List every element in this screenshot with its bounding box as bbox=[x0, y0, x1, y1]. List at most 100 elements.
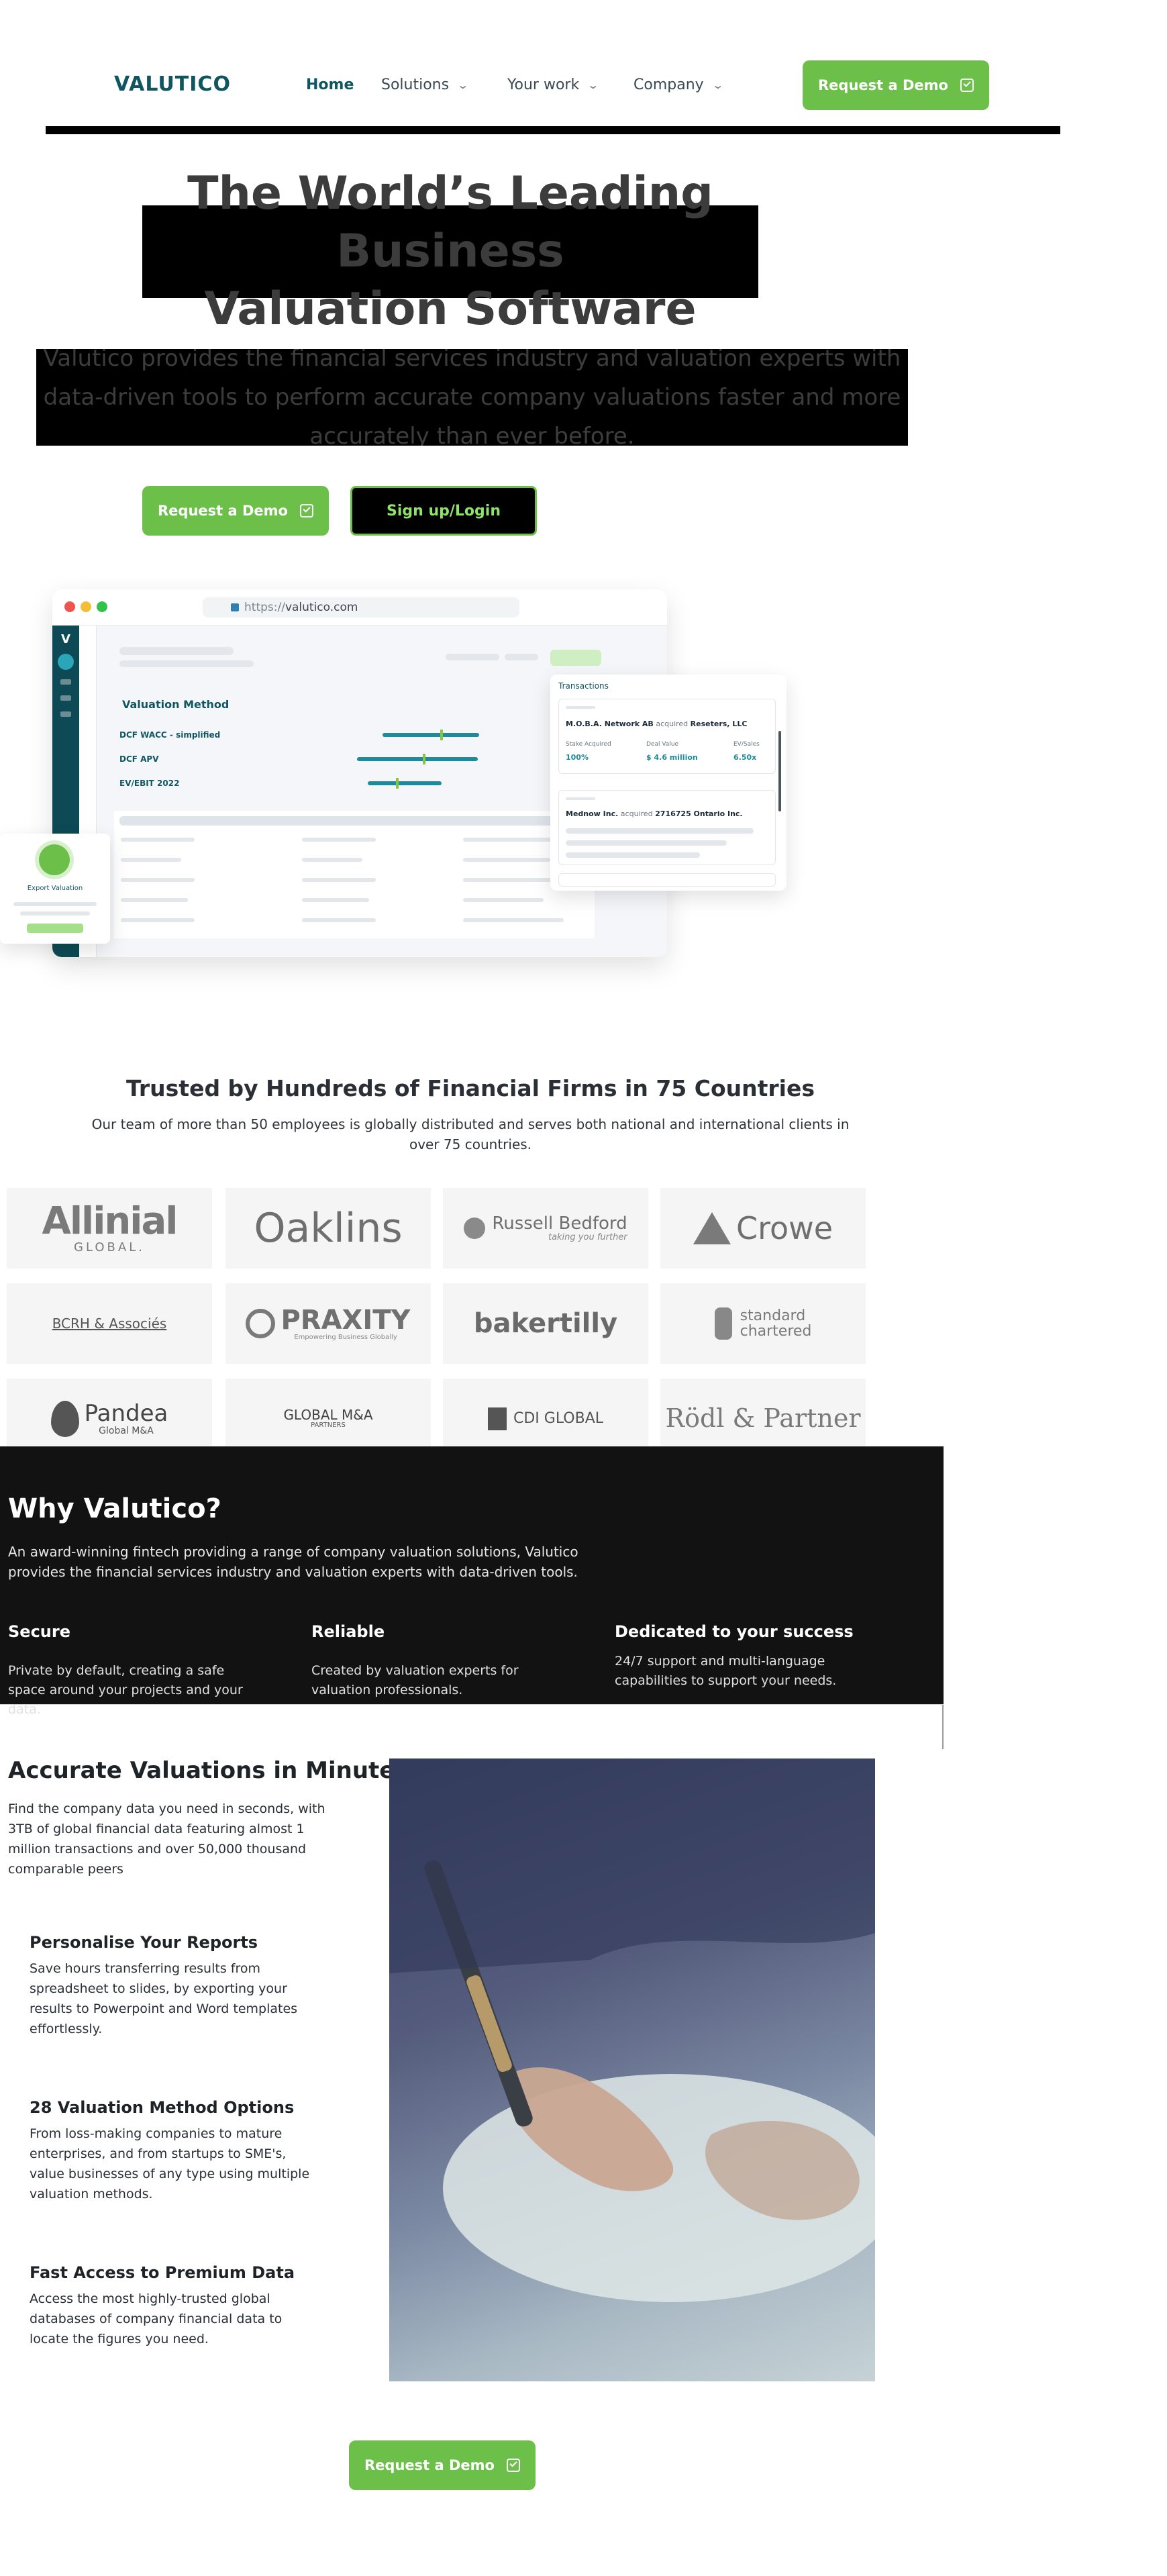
trust-title: Trusted by Hundreds of Financial Firms i… bbox=[126, 1075, 815, 1101]
client-logo-allinial: Allinial GLOBAL. bbox=[7, 1188, 212, 1269]
range-marker bbox=[440, 730, 443, 740]
logo-name: Crowe bbox=[735, 1209, 833, 1246]
feature-text: Access the most highly-trusted global da… bbox=[30, 2291, 283, 2346]
skeleton-line bbox=[463, 878, 557, 882]
hero-title-block: The World’s Leading Business Valuation S… bbox=[142, 167, 758, 336]
skeleton-line bbox=[566, 852, 700, 858]
sidebar-icon bbox=[60, 711, 71, 717]
logo-sub: Global M&A bbox=[99, 1425, 154, 1436]
deal-value-label: Deal Value bbox=[646, 741, 679, 748]
why-reliable-title: Reliable bbox=[311, 1622, 385, 1641]
features-request-demo-label: Request a Demo bbox=[364, 2457, 495, 2473]
transactions-header: Transactions bbox=[558, 681, 609, 691]
skeleton-line bbox=[119, 647, 234, 655]
features-request-demo-button[interactable]: Request a Demo bbox=[349, 2440, 536, 2490]
transaction-item bbox=[558, 873, 776, 887]
skeleton-line bbox=[121, 858, 181, 862]
client-logo-crowe: Crowe bbox=[660, 1188, 866, 1269]
client-logo-bakertilly: bakertilly bbox=[443, 1283, 648, 1364]
pandea-mark-icon bbox=[50, 1401, 79, 1437]
valuation-method-row: DCF WACC - simplified bbox=[119, 730, 221, 740]
client-logo-standard-chartered: standard chartered bbox=[660, 1283, 866, 1364]
lock-icon bbox=[231, 603, 239, 611]
logo-name: CDI GLOBAL bbox=[513, 1410, 604, 1428]
scrollbar-thumb[interactable] bbox=[778, 731, 781, 811]
skeleton-line bbox=[302, 878, 376, 882]
user-avatar bbox=[58, 654, 74, 670]
browser-url-bar: https://valutico.com bbox=[203, 597, 519, 617]
chevron-down-icon: ⌄ bbox=[587, 79, 600, 91]
nav-your-work[interactable]: Your work ⌄ bbox=[507, 77, 600, 93]
transaction-headline: M.O.B.A. Network AB acquired Reseters, L… bbox=[566, 720, 747, 728]
logo-name: standard bbox=[740, 1307, 806, 1324]
logo-sub: taking you further bbox=[548, 1232, 627, 1242]
why-dedicated-title: Dedicated to your success bbox=[615, 1622, 854, 1641]
skeleton-line bbox=[302, 858, 362, 862]
valuation-method-row: DCF APV bbox=[119, 754, 159, 764]
chevron-down-icon: ⌄ bbox=[456, 79, 470, 91]
skeleton-line bbox=[119, 660, 254, 667]
valuation-method-title: Valuation Method bbox=[122, 698, 230, 711]
chevron-down-icon: ⌄ bbox=[711, 79, 724, 91]
why-reliable-text: Created by valuation experts for valuati… bbox=[311, 1663, 519, 1697]
skeleton-line bbox=[463, 898, 544, 902]
valutico-logo[interactable]: VALUTICO bbox=[114, 72, 231, 96]
nav-company[interactable]: Company ⌄ bbox=[633, 77, 724, 93]
skeleton-line bbox=[121, 838, 195, 842]
photo-illustration bbox=[389, 1758, 875, 2302]
skeleton-line bbox=[121, 898, 188, 902]
calendar-check-icon bbox=[299, 504, 313, 517]
skeleton-line bbox=[463, 838, 564, 842]
skeleton-line bbox=[20, 911, 90, 915]
skeleton-line bbox=[463, 918, 564, 922]
transaction-item: Mednow Inc. acquired 2716725 Ontario Inc… bbox=[558, 790, 776, 865]
stake-value: 100% bbox=[566, 753, 589, 762]
logo-name: GLOBAL M&A bbox=[283, 1407, 373, 1424]
why-valutico-section: Why Valutico? An award-winning fintech p… bbox=[0, 1446, 944, 1717]
logo-sub: Empowering Business Globally bbox=[294, 1333, 397, 1341]
export-valuation-label: Export Valuation bbox=[27, 885, 83, 892]
nav-solutions-label: Solutions bbox=[381, 77, 450, 93]
skeleton-line bbox=[463, 858, 550, 862]
nav-home-label: Home bbox=[306, 77, 354, 93]
hero-request-demo-button[interactable]: Request a Demo bbox=[142, 486, 329, 536]
target-name: 2716725 Ontario Inc. bbox=[655, 809, 743, 818]
standard-chartered-mark-icon bbox=[714, 1307, 732, 1340]
logo-name: BCRH & Associés bbox=[52, 1315, 167, 1332]
vertical-rule bbox=[942, 1705, 944, 1749]
hero-signup-login-label: Sign up/Login bbox=[387, 502, 501, 519]
logo-name: PRAXITY bbox=[281, 1304, 411, 1336]
nav-home[interactable]: Home bbox=[306, 77, 354, 93]
sidebar-icon bbox=[60, 679, 71, 685]
hero-signup-login-button[interactable]: Sign up/Login bbox=[350, 486, 537, 536]
url-domain: valutico.com bbox=[285, 601, 358, 614]
nav-your-work-label: Your work bbox=[507, 77, 580, 93]
client-logo-bcrh: BCRH & Associés bbox=[7, 1283, 212, 1364]
acquirer-name: M.O.B.A. Network AB bbox=[566, 720, 654, 728]
client-logo-praxity: PRAXITY Empowering Business Globally bbox=[225, 1283, 431, 1364]
why-title: Why Valutico? bbox=[8, 1493, 221, 1524]
client-logo-oaklins: Oaklins bbox=[225, 1188, 431, 1269]
skeleton-line bbox=[566, 828, 754, 834]
nav-solutions[interactable]: Solutions ⌄ bbox=[381, 77, 470, 93]
section-divider bbox=[0, 1704, 944, 1705]
hero-subtitle-block: Valutico provides the financial services… bbox=[36, 349, 908, 446]
acquired-verb: acquired bbox=[620, 809, 653, 818]
why-dedicated-text: 24/7 support and multi-language capabili… bbox=[615, 1654, 837, 1688]
window-minimize-dot bbox=[81, 601, 91, 612]
logo-sub: chartered bbox=[740, 1323, 812, 1340]
logo-name: bakertilly bbox=[473, 1308, 618, 1339]
window-maximize-dot bbox=[97, 601, 107, 612]
skeleton-line bbox=[13, 902, 97, 906]
transaction-headline: Mednow Inc. acquired 2716725 Ontario Inc… bbox=[566, 809, 743, 818]
cdi-global-mark-icon bbox=[487, 1407, 507, 1430]
range-marker bbox=[396, 778, 399, 789]
nav-request-demo-button[interactable]: Request a Demo bbox=[803, 60, 989, 110]
why-secure-title: Secure bbox=[8, 1622, 70, 1641]
export-button bbox=[27, 924, 83, 933]
feature-title: Personalise Your Reports bbox=[30, 1933, 258, 1952]
target-name: Reseters, LLC bbox=[690, 720, 748, 728]
window-close-dot bbox=[64, 601, 75, 612]
skeleton-line bbox=[121, 918, 195, 922]
sidebar-icon bbox=[60, 695, 71, 701]
